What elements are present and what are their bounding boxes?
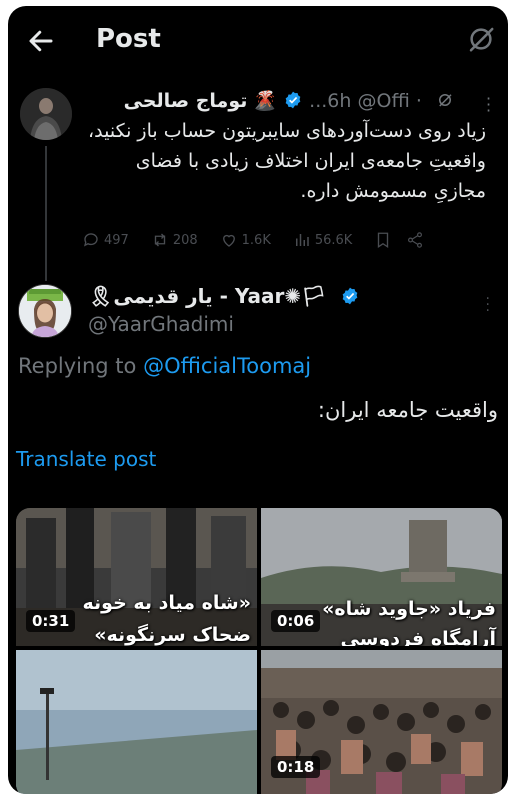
reply-author-handle[interactable]: @YaarGhadimi [88,312,234,336]
media-video-2[interactable]: فریاد «جاوید شاه» آرامگاه فردوسی 0:06 [261,508,502,646]
page-title: Post [96,24,161,54]
views-action[interactable]: 56.6K [293,231,352,249]
video-2-caption-line2: آرامگاه فردوسی [340,628,496,646]
replying-to: Replying to @OfficialToomaj [18,354,311,378]
volcano-emoji: 🌋 [253,90,278,112]
replying-to-link[interactable]: @OfficialToomaj [143,354,311,378]
heart-icon [222,234,235,247]
original-author-avatar[interactable] [20,88,72,140]
video-4-duration: 0:18 [271,756,321,778]
reply-post-text: واقعیت جامعه ایران: [317,398,498,422]
reply-more-options-icon[interactable]: · · · [486,292,490,318]
reply-author-avatar[interactable] [18,284,72,338]
post-actions: 497 208 1.6K 56.6K [82,228,492,252]
repost-count: 208 [172,232,198,248]
repost-icon [154,233,166,247]
thread-line [45,146,47,281]
post-screen: Post · 6h @Offi... 🌋 توماج صالحی · · · زیا… [8,6,508,794]
original-author-name[interactable]: توماج صالحی [124,90,248,112]
repost-action[interactable]: 208 [151,231,198,249]
video-1-caption-line1: «شاه میاد به خونه [82,592,251,614]
reply-icon [83,233,98,247]
reply-count: 497 [104,232,129,248]
share-icon[interactable] [406,231,424,249]
media-video-4[interactable]: 0:18 [261,650,502,794]
grok-small-icon[interactable] [436,91,454,109]
original-post-text: زیاد روی دست‌آوردهای سایبریتون حساب باز … [88,120,486,202]
video-1-duration: 0:31 [26,610,76,632]
verified-badge-icon [342,287,357,305]
like-count: 1.6K [241,232,271,248]
replying-to-label: Replying to [18,354,144,378]
views-icon [295,234,309,246]
verified-badge-icon [285,91,301,109]
original-author-handle[interactable]: @Offi... [309,90,410,112]
media-grid: «شاه میاد به خونه ضحاک سرنگونه» 0:31 فری… [16,508,502,794]
translate-post-link[interactable]: Translate post [16,447,156,471]
reply-author-name[interactable]: 🎗یار قدیمی - Yaar✺🏳 [88,284,360,308]
like-action[interactable]: 1.6K [220,231,271,249]
original-post-header: · 6h @Offi... 🌋 توماج صالحی [82,89,490,112]
bookmark-icon[interactable] [374,231,392,249]
video-1-caption-line2: ضحاک سرنگونه» [94,624,251,646]
video-2-duration: 0:06 [271,610,321,632]
view-count: 56.6K [314,232,353,248]
media-video-1[interactable]: «شاه میاد به خونه ضحاک سرنگونه» 0:31 [16,508,257,646]
media-video-3[interactable] [16,650,257,794]
more-options-icon[interactable]: · · · [486,91,491,119]
arrow-left-icon[interactable] [26,26,56,56]
video-2-caption-line1: فریاد «جاوید شاه» [322,598,496,620]
grok-icon[interactable] [466,24,496,54]
reply-action[interactable]: 497 [82,231,129,249]
top-bar: Post [8,6,508,74]
